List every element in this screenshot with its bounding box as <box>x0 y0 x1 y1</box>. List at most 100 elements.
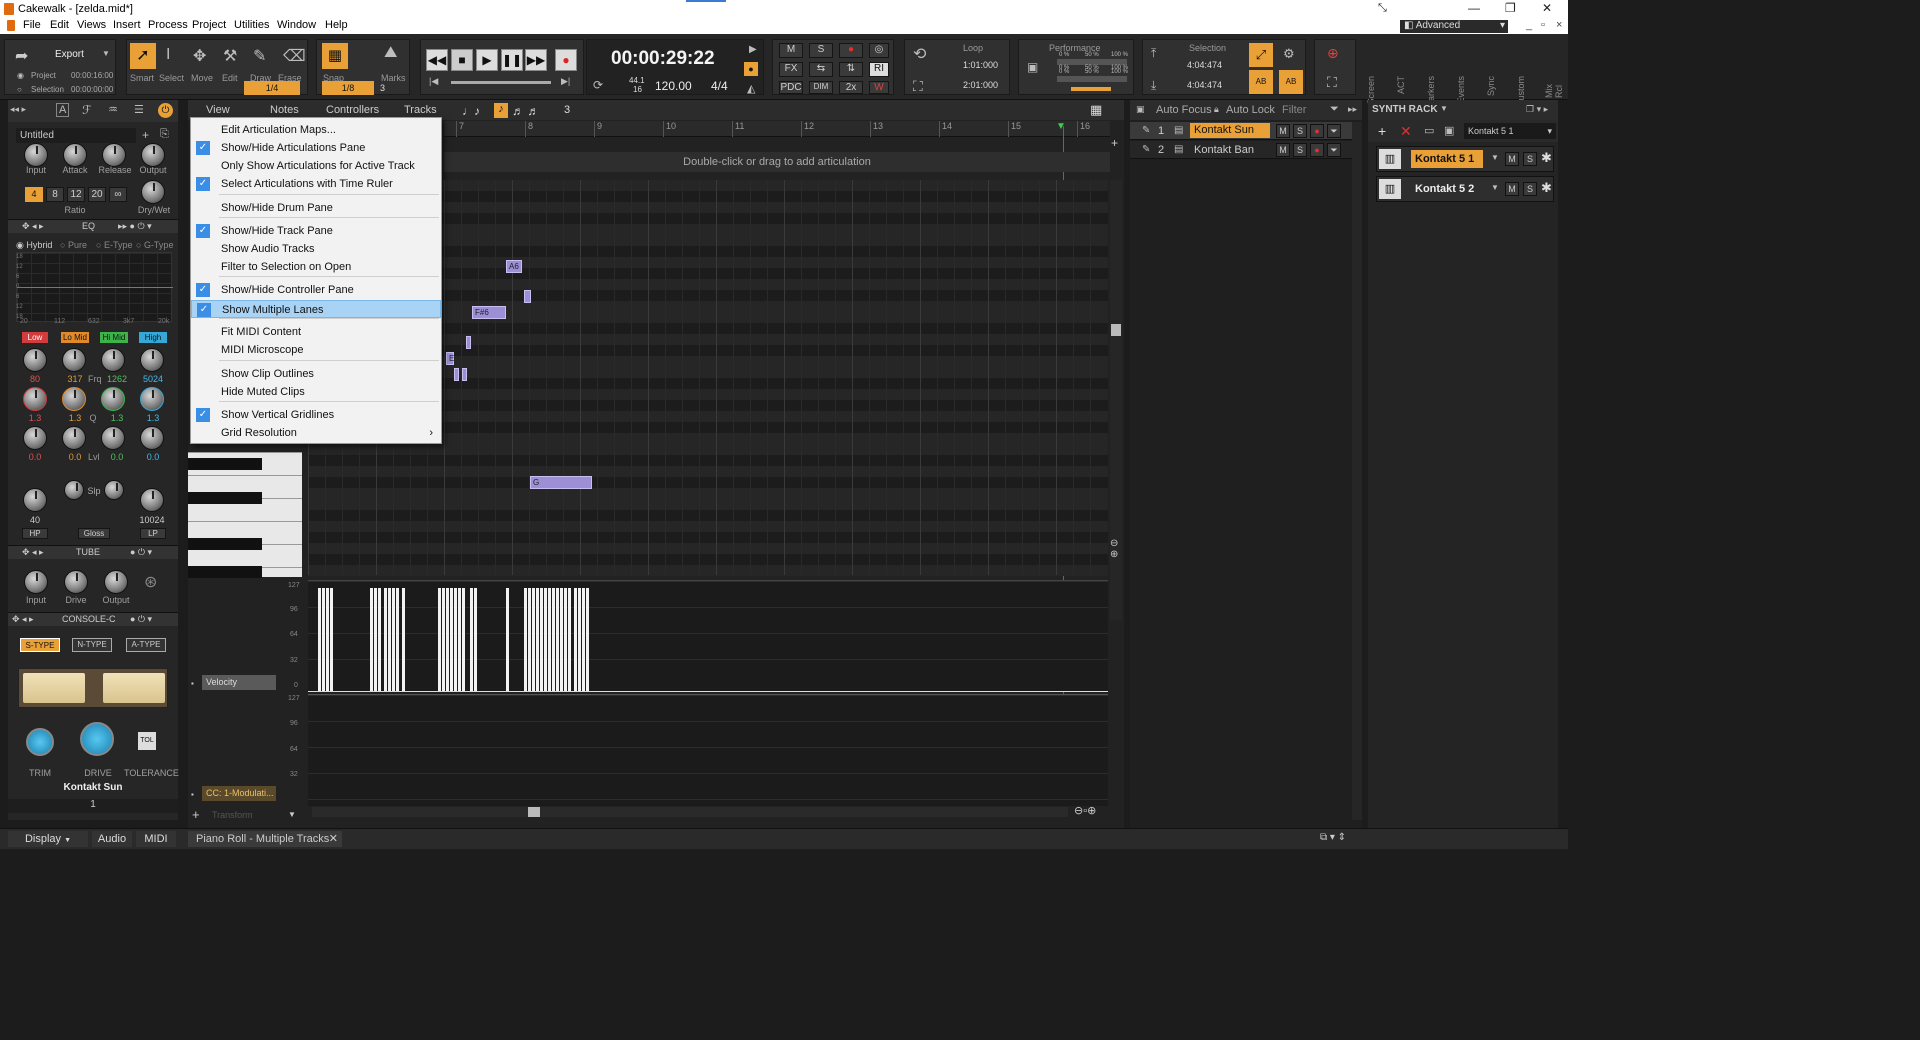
velocity-bar[interactable] <box>586 588 589 692</box>
export-button[interactable]: Export <box>55 49 84 60</box>
menu-item-12[interactable]: Show Clip Outlines <box>191 365 441 383</box>
velocity-bar[interactable] <box>540 588 543 692</box>
automation-icon[interactable]: ⇅ <box>839 62 863 77</box>
synth-rack-options-icon[interactable]: ❐ ▾ ▸ <box>1526 104 1548 115</box>
move-tool-icon[interactable]: ✥ <box>193 46 206 66</box>
velocity-bar[interactable] <box>506 588 509 692</box>
solo-all-button[interactable]: S <box>809 43 833 58</box>
menu-item-9[interactable]: ✓ Show Multiple Lanes <box>191 300 441 318</box>
midi-note[interactable]: F#6 <box>472 306 506 319</box>
hp-button[interactable]: HP <box>22 528 48 539</box>
tempo-value[interactable]: 120.00 <box>655 79 692 93</box>
controllers-menu[interactable]: Controllers <box>326 104 379 116</box>
velocity-bar[interactable] <box>552 588 555 692</box>
track-1-mute[interactable]: M <box>1276 124 1290 138</box>
synth-properties-icon[interactable]: ▭ <box>1424 124 1434 137</box>
velocity-bar[interactable] <box>384 588 387 692</box>
fullscreen-icon[interactable]: ⛶ <box>1327 74 1337 91</box>
synth-2-menu-icon[interactable]: ▼ <box>1491 183 1499 192</box>
velocity-bar[interactable] <box>326 588 329 692</box>
velocity-bar[interactable] <box>556 588 559 692</box>
prochannel-icon[interactable]: ℱ <box>82 103 91 117</box>
menu-views[interactable]: Views <box>77 19 106 31</box>
velocity-bar[interactable] <box>442 588 445 692</box>
velocity-bar[interactable] <box>564 588 567 692</box>
menu-item-15[interactable]: Grid Resolution › <box>191 424 441 442</box>
eq-drag-icon[interactable]: ✥ ◂ ▸ <box>22 221 44 232</box>
synth-row-2[interactable]: ▥ Kontakt 5 2 ▼ M S ✱ <box>1376 176 1554 202</box>
select-tool-icon[interactable]: I <box>166 46 170 64</box>
menu-item-7[interactable]: Filter to Selection on Open <box>191 258 441 276</box>
selection-collapse-icon[interactable]: ⤓ <box>1151 78 1156 93</box>
menu-item-5[interactable]: ✓ Show/Hide Track Pane <box>191 222 441 240</box>
ri-button[interactable]: RI <box>869 62 889 77</box>
audio-tab[interactable]: Audio <box>92 831 132 847</box>
band-low-button[interactable]: Low <box>22 332 48 343</box>
piano-roll-tab[interactable]: Piano Roll - Multiple Tracks ✕ <box>188 831 342 847</box>
velocity-bar[interactable] <box>560 588 563 692</box>
edit-pencil-icon[interactable]: ✎ <box>1142 125 1150 136</box>
velocity-bar[interactable] <box>438 588 441 692</box>
velocity-bar[interactable] <box>318 588 321 692</box>
menu-item-13[interactable]: Hide Muted Clips <box>191 383 441 401</box>
eq-mode-pure-radio[interactable]: ○ Pure <box>60 240 87 250</box>
s-type-button[interactable]: S-TYPE <box>20 638 60 652</box>
ab-compare-icon[interactable]: AB <box>1249 70 1273 94</box>
loop-toggle-icon[interactable]: ⟲ <box>913 44 926 64</box>
velocity-bar[interactable] <box>578 588 581 692</box>
black-key[interactable] <box>188 538 262 550</box>
horizontal-scrollbar[interactable] <box>312 807 1068 817</box>
pane-expand-icon[interactable]: ▸▸ <box>1348 104 1357 115</box>
ratio-20-button[interactable]: 20 <box>88 187 106 202</box>
velocity-bar[interactable] <box>374 588 377 692</box>
velocity-lane-label[interactable]: Velocity <box>202 675 276 690</box>
minimize-button[interactable]: — <box>1468 1 1480 15</box>
drive-knob[interactable] <box>80 722 114 756</box>
high-freq-knob[interactable] <box>140 348 164 372</box>
band-himid-button[interactable]: Hi Mid <box>100 332 128 343</box>
black-key[interactable] <box>188 566 262 578</box>
w-icon[interactable]: W <box>869 81 889 94</box>
snap-triplet[interactable]: 3 <box>380 83 385 93</box>
edit-pencil-icon-2[interactable]: ✎ <box>1142 144 1150 155</box>
n-type-button[interactable]: N-TYPE <box>72 638 112 652</box>
menu-window[interactable]: Window <box>277 19 316 31</box>
menu-item-2[interactable]: Only Show Articulations for Active Track <box>191 157 441 175</box>
velocity-bar[interactable] <box>524 588 527 692</box>
selection-end[interactable]: 4:04:474 <box>1187 80 1222 90</box>
tracks-menu[interactable]: Tracks <box>404 104 437 116</box>
add-preset-icon[interactable]: + <box>142 128 149 142</box>
velocity-bar[interactable] <box>396 588 399 692</box>
tab-act[interactable]: ACT <box>1396 76 1410 94</box>
record-arm-all-button[interactable]: ● <box>839 43 863 58</box>
synth-1-menu-icon[interactable]: ▼ <box>1491 153 1499 162</box>
selection-expand-icon[interactable]: ⤒ <box>1151 46 1156 61</box>
synth-rack-menu-icon[interactable]: ▼ <box>1440 104 1448 113</box>
add-articulation-icon[interactable]: + <box>1111 136 1118 150</box>
low-freq-knob[interactable] <box>23 348 47 372</box>
menu-process[interactable]: Process <box>148 19 188 31</box>
velocity-bar[interactable] <box>392 588 395 692</box>
midi-note[interactable] <box>466 336 471 349</box>
cc-lane-label[interactable]: CC: 1-Modulati... <box>202 786 276 801</box>
himid-q-knob[interactable] <box>101 387 125 411</box>
waveform-icon[interactable]: ♒ <box>108 103 118 116</box>
tolerance-button[interactable]: TOL <box>138 732 156 750</box>
slope-left-knob[interactable] <box>64 480 84 500</box>
synth-1-settings-icon[interactable]: ✱ <box>1541 150 1552 166</box>
fast-forward-button[interactable]: ▶▶ <box>525 49 547 71</box>
eq-graph[interactable] <box>16 252 173 322</box>
gear-small-icon[interactable]: ⚙ <box>1283 46 1295 62</box>
tube-drag-icon[interactable]: ✥ ◂ ▸ <box>22 547 44 558</box>
grid-icon[interactable]: ▦ <box>1090 102 1102 118</box>
marks-icon[interactable]: ⛰ <box>384 44 397 62</box>
velocity-bar[interactable] <box>474 588 477 692</box>
track-1-solo[interactable]: S <box>1293 124 1307 138</box>
menu-item-8[interactable]: ✓ Show/Hide Controller Pane <box>191 281 441 299</box>
track-name-label[interactable]: Kontakt Sun <box>8 782 178 796</box>
velocity-bar[interactable] <box>450 588 453 692</box>
eq-mode-etype-radio[interactable]: ○ E-Type <box>96 240 132 250</box>
vertical-scroll-thumb[interactable] <box>1111 324 1121 336</box>
track-2-name[interactable]: Kontakt Ban <box>1194 144 1254 156</box>
preset-field[interactable]: Untitled <box>16 128 136 143</box>
